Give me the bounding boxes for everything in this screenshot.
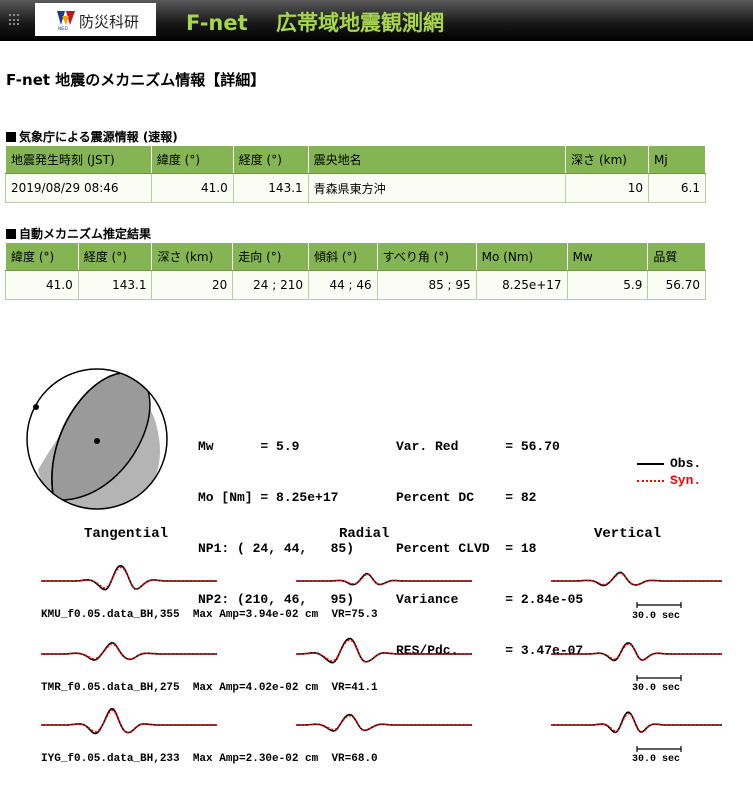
square-bullet-icon (6, 229, 16, 239)
mw-cell: 5.9 (566, 270, 649, 300)
legend-obs-label: Obs. (670, 456, 702, 471)
time-scale-bar (636, 602, 682, 608)
depth-cell: 10 (565, 173, 650, 203)
observed-waveform (296, 713, 472, 732)
synthetic-waveform (41, 643, 217, 661)
synthetic-waveform (551, 643, 722, 662)
column-header: 走向 (°) (232, 242, 309, 271)
origin-time-cell: 2019/08/29 08:46 (5, 173, 152, 203)
region-name-cell: 青森県東方沖 (307, 173, 567, 203)
column-header: 深さ (km) (151, 242, 234, 271)
p-axis-dot (33, 404, 39, 410)
logo-text: 防災科研 (79, 13, 140, 31)
column-header: 傾斜 (°) (308, 242, 378, 271)
moment-cell: 8.25e+17 (475, 270, 568, 300)
legend-syn-label: Syn. (670, 473, 702, 488)
synthetic-waveform (296, 714, 472, 732)
waveform-panel (41, 564, 722, 752)
table-header-row: 緯度 (°) 経度 (°) 深さ (km) 走向 (°) 傾斜 (°) すべり角… (5, 242, 706, 271)
observed-waveform (41, 641, 217, 661)
mech-heading-text: 自動メカニズム推定結果 (19, 227, 152, 241)
column-header: 深さ (km) (565, 145, 650, 174)
observed-waveform (551, 711, 722, 734)
depth-cell: 20 (151, 270, 234, 300)
mechanism-table: 緯度 (°) 経度 (°) 深さ (km) 走向 (°) 傾斜 (°) すべり角… (5, 242, 706, 300)
legend-syn-line (637, 480, 664, 482)
menu-grid-icon[interactable] (9, 14, 21, 26)
param-line: Mw = 5.9 (198, 439, 300, 454)
column-header: 緯度 (°) (150, 145, 234, 174)
app-header: NIED 防災科研 F-net 広帯域地震観測網 (0, 0, 753, 41)
synthetic-waveform (551, 712, 722, 734)
time-scale-label: 30.0 sec (632, 683, 681, 694)
longitude-cell: 143.1 (232, 173, 309, 203)
column-header: 地震発生時刻 (JST) (5, 145, 152, 174)
column-header: Mw (566, 242, 649, 271)
observed-waveform (41, 707, 217, 735)
strike-cell: 24 ; 210 (232, 270, 309, 300)
observed-waveform (551, 571, 722, 587)
t-axis-dot (94, 438, 100, 444)
nied-logo-mark-icon (57, 11, 75, 25)
synthetic-waveform (296, 639, 472, 663)
synthetic-waveform (41, 709, 217, 734)
observed-waveform (296, 637, 472, 664)
time-scale-label: 30.0 sec (632, 754, 681, 765)
jma-section-heading: 気象庁による震源情報 (速報) (6, 128, 178, 145)
column-header: Mj (648, 145, 706, 174)
time-scale-bar (636, 675, 682, 681)
legend-obs-line (637, 463, 664, 465)
column-header: 経度 (°) (77, 242, 153, 271)
station-label-iyg: IYG_f0.05.data_BH,233 Max Amp=2.30e-02 c… (41, 753, 378, 765)
station-label-tmr: TMR_f0.05.data_BH,275 Max Amp=4.02e-02 c… (41, 682, 378, 694)
component-title-vertical: Vertical (594, 526, 662, 542)
observed-waveform (41, 564, 217, 591)
time-scale-label: 30.0 sec (632, 611, 681, 622)
column-header: すべり角 (°) (376, 242, 477, 271)
latitude-cell: 41.0 (5, 270, 79, 300)
param-line: Mo [Nm] = 8.25e+17 (198, 490, 339, 505)
component-title-tangential: Tangential (84, 526, 169, 542)
synthetic-waveform (551, 572, 722, 586)
jma-hypocenter-table: 地震発生時刻 (JST) 緯度 (°) 経度 (°) 震央地名 深さ (km) … (5, 145, 706, 203)
table-row: 2019/08/29 08:46 41.0 143.1 青森県東方沖 10 6.… (5, 173, 706, 203)
station-label-kmu: KMU_f0.05.data_BH,355 Max Amp=3.94e-02 c… (41, 609, 378, 621)
rake-cell: 85 ; 95 (376, 270, 477, 300)
quality-cell: 56.70 (647, 270, 706, 300)
nied-logo[interactable]: NIED 防災科研 (35, 3, 156, 36)
column-header: 経度 (°) (232, 145, 309, 174)
magnitude-cell: 6.1 (648, 173, 706, 203)
param-line: Var. Red = 56.70 (396, 439, 560, 454)
latitude-cell: 41.0 (150, 173, 234, 203)
logo-subtext: NIED (58, 26, 68, 31)
focal-mechanism-beachball (26, 368, 168, 510)
column-header: 品質 (647, 242, 706, 271)
table-row: 41.0 143.1 20 24 ; 210 44 ; 46 85 ; 95 8… (5, 270, 706, 300)
site-title: F-net 広帯域地震観測網 (186, 11, 444, 35)
page-title: F-net 地震のメカニズム情報【詳細】 (6, 71, 266, 89)
param-line: Percent DC = 82 (396, 490, 537, 505)
column-header: Mo (Nm) (475, 242, 568, 271)
column-header: 震央地名 (307, 145, 567, 174)
table-header-row: 地震発生時刻 (JST) 緯度 (°) 経度 (°) 震央地名 深さ (km) … (5, 145, 706, 174)
square-bullet-icon (6, 132, 16, 142)
component-title-radial: Radial (339, 526, 390, 542)
synthetic-waveform (296, 573, 472, 586)
jma-heading-text: 気象庁による震源情報 (速報) (19, 130, 178, 144)
mech-section-heading: 自動メカニズム推定結果 (6, 225, 151, 242)
dip-cell: 44 ; 46 (308, 270, 378, 300)
time-scale-bar (636, 746, 682, 752)
longitude-cell: 143.1 (77, 270, 153, 300)
column-header: 緯度 (°) (5, 242, 79, 271)
